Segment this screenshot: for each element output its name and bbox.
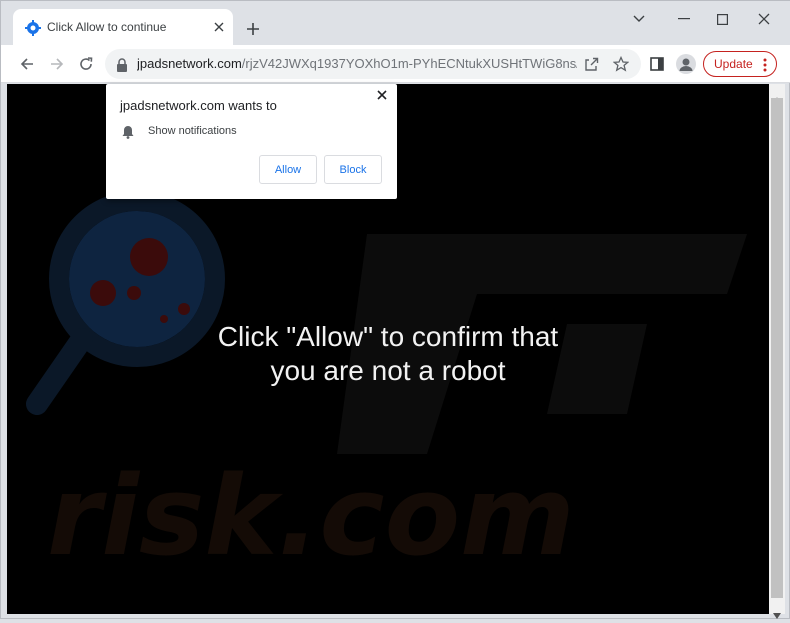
scrollbar-thumb[interactable] <box>771 98 783 598</box>
popup-close-icon[interactable] <box>374 87 390 103</box>
tab-active[interactable]: Click Allow to continue <box>13 9 233 45</box>
bookmark-star-icon[interactable] <box>612 55 630 73</box>
browser-toolbar: jpadsnetwork.com/rjzV42JWXq1937YOXhO1m-P… <box>1 45 790 83</box>
robot-check-headline: Click "Allow" to confirm that you are no… <box>7 320 769 388</box>
vertical-scrollbar[interactable] <box>769 84 785 619</box>
menu-kebab-icon[interactable] <box>762 57 768 72</box>
gear-icon <box>25 20 41 36</box>
back-arrow-icon[interactable] <box>17 54 37 74</box>
permission-text: Show notifications <box>148 125 237 137</box>
tab-strip: Click Allow to continue <box>1 1 790 45</box>
bell-icon <box>122 124 134 139</box>
window-close-icon[interactable] <box>752 9 776 29</box>
tab-title: Click Allow to continue <box>47 20 167 34</box>
scroll-up-arrow-icon[interactable] <box>773 88 781 103</box>
maximize-icon[interactable] <box>710 9 734 29</box>
scroll-down-arrow-icon[interactable] <box>773 604 781 619</box>
lock-icon[interactable] <box>116 57 128 72</box>
profile-avatar-icon[interactable] <box>676 54 696 74</box>
forward-arrow-icon[interactable] <box>47 54 67 74</box>
update-label: Update <box>714 57 753 71</box>
url-host: jpadsnetwork.com <box>137 56 242 71</box>
headline-line-2: you are not a robot <box>270 355 506 386</box>
reload-icon[interactable] <box>76 54 96 74</box>
headline-line-1: Click "Allow" to confirm that <box>217 321 559 352</box>
address-bar[interactable]: jpadsnetwork.com/rjzV42JWXq1937YOXhO1m-P… <box>105 49 641 79</box>
block-button[interactable]: Block <box>324 155 382 184</box>
minimize-icon[interactable] <box>672 9 696 29</box>
allow-button[interactable]: Allow <box>259 155 317 184</box>
watermark-text: risk.com <box>47 452 575 580</box>
popup-title: jpadsnetwork.com wants to <box>120 98 277 113</box>
new-tab-icon[interactable] <box>243 19 263 39</box>
url-text[interactable]: jpadsnetwork.com/rjzV42JWXq1937YOXhO1m-P… <box>137 56 577 71</box>
notification-permission-popup: jpadsnetwork.com wants to Show notificat… <box>106 84 397 199</box>
browser-window: Click Allow to continue jpadsnetwork.com… <box>0 0 790 619</box>
update-button[interactable]: Update <box>703 51 777 77</box>
tab-search-chevron-down-icon[interactable] <box>627 9 651 29</box>
url-path: /rjzV42JWXq1937YOXhO1m-PYhECNtukXUSHtTWi… <box>241 56 577 71</box>
share-icon[interactable] <box>582 55 600 73</box>
tab-close-icon[interactable] <box>210 18 228 36</box>
side-panel-icon[interactable] <box>647 54 667 74</box>
